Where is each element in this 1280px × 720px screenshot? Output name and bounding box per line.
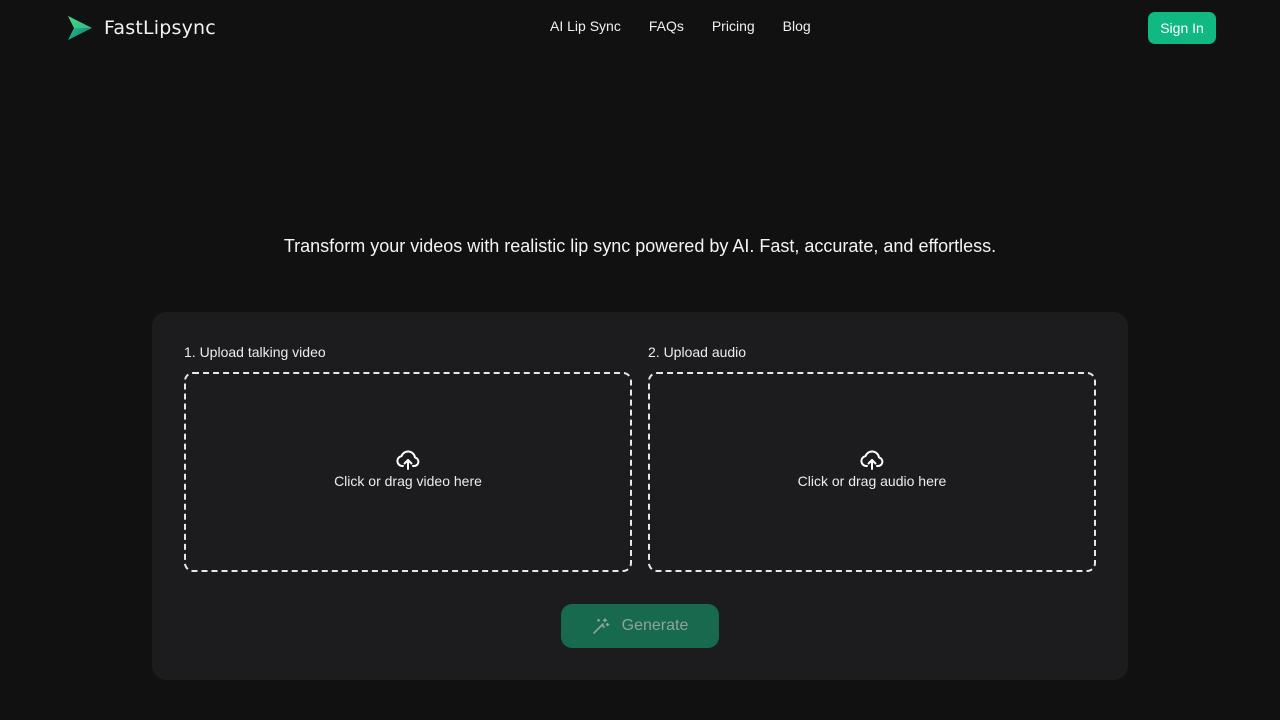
video-upload-label: 1. Upload talking video bbox=[184, 344, 326, 360]
cloud-upload-icon bbox=[860, 450, 884, 470]
generate-button-label: Generate bbox=[621, 617, 689, 634]
upload-panel: 1. Upload talking video Click or drag vi… bbox=[152, 312, 1128, 680]
magic-wand-icon bbox=[592, 618, 609, 634]
main-nav: AI Lip Sync FAQs Pricing Blog bbox=[550, 17, 811, 37]
cloud-upload-icon bbox=[396, 450, 420, 470]
audio-dropzone[interactable]: Click or drag audio here bbox=[648, 372, 1096, 572]
top-navbar: FastLipsync AI Lip Sync FAQs Pricing Blo… bbox=[0, 0, 1280, 56]
video-dropzone[interactable]: Click or drag video here bbox=[184, 372, 632, 572]
nav-blog[interactable]: Blog bbox=[783, 17, 811, 37]
generate-button[interactable]: Generate bbox=[561, 604, 719, 648]
hero-tagline: Transform your videos with realistic lip… bbox=[283, 236, 997, 256]
brand-name: FastLipsync bbox=[104, 17, 216, 39]
audio-dropzone-prompt: Click or drag audio here bbox=[797, 473, 947, 489]
nav-faqs[interactable]: FAQs bbox=[649, 17, 684, 37]
nav-ai-lip-sync[interactable]: AI Lip Sync bbox=[550, 17, 621, 37]
brand-logo[interactable]: FastLipsync bbox=[66, 14, 216, 42]
sign-in-button[interactable]: Sign In bbox=[1148, 12, 1216, 44]
play-arrow-logo-icon bbox=[68, 16, 92, 40]
nav-pricing[interactable]: Pricing bbox=[712, 17, 755, 37]
audio-upload-label: 2. Upload audio bbox=[648, 344, 747, 360]
video-dropzone-prompt: Click or drag video here bbox=[334, 473, 482, 489]
